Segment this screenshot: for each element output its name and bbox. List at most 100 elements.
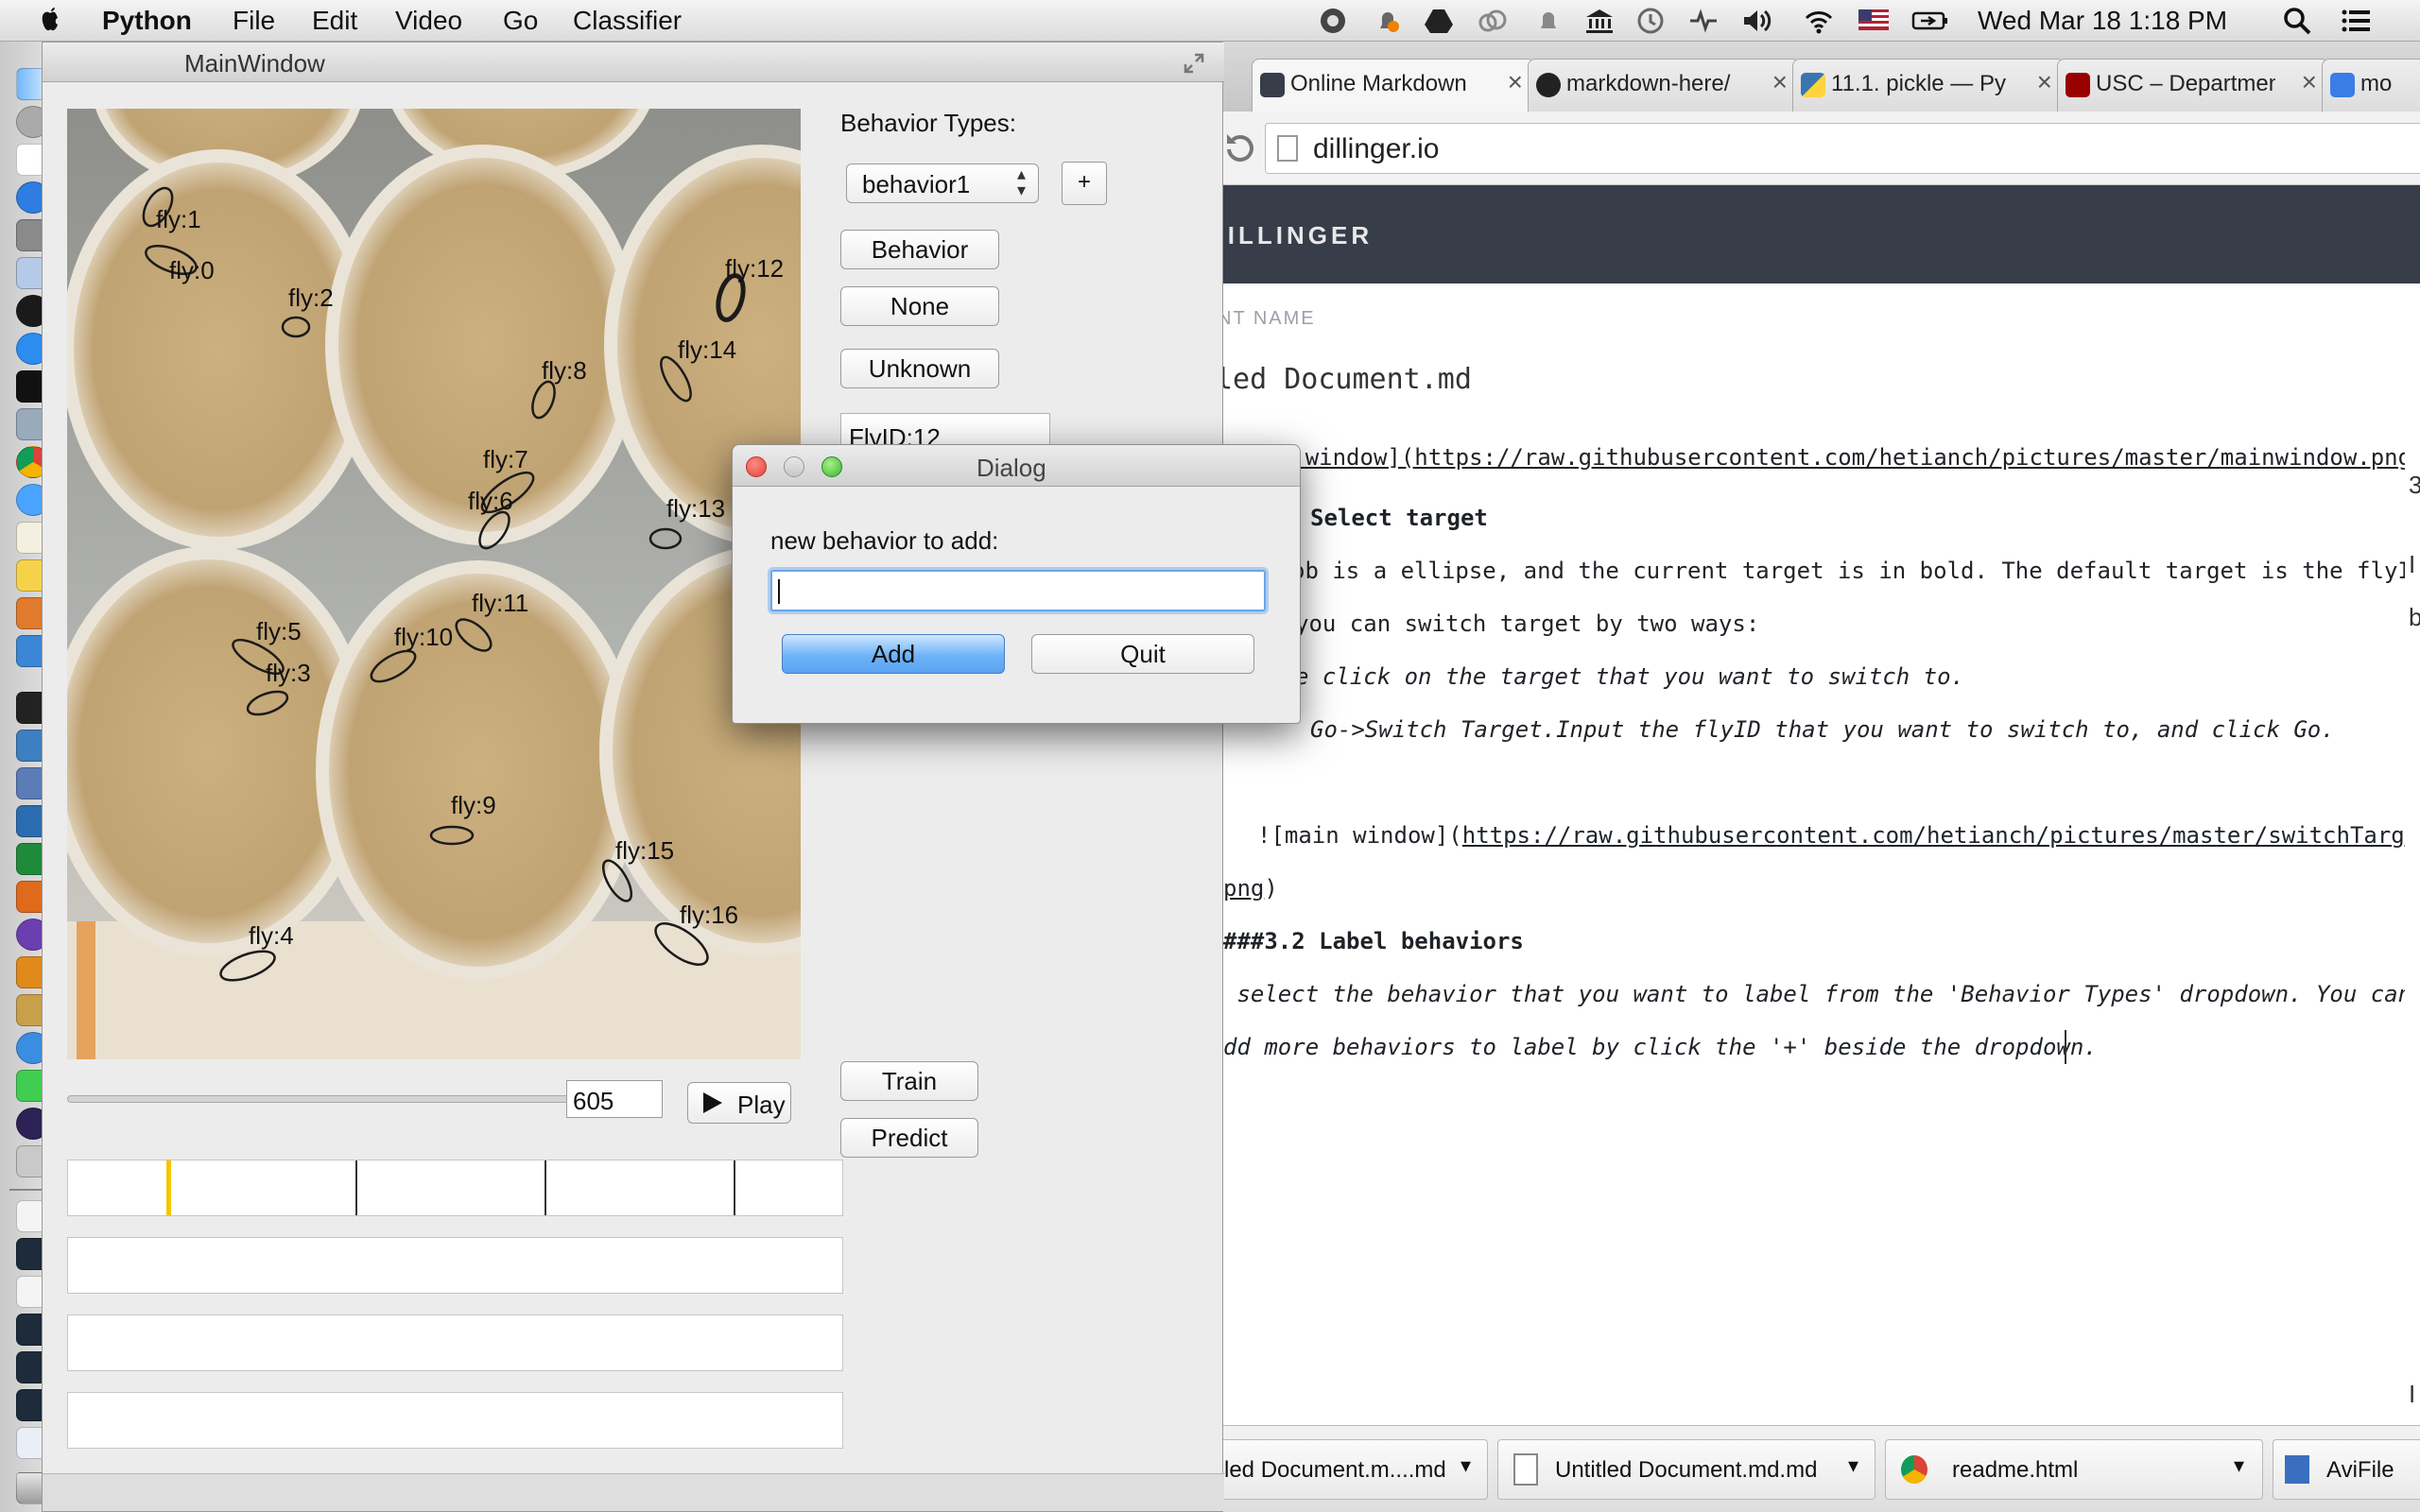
timeline-tick — [544, 1160, 546, 1215]
tab-pickle[interactable]: 11.1. pickle — Py × — [1792, 59, 2065, 112]
menu-video[interactable]: Video — [395, 5, 462, 37]
fly-label[interactable]: fly:15 — [615, 836, 674, 866]
wifi-icon[interactable] — [1804, 6, 1834, 36]
fly-label[interactable]: fly:1 — [156, 205, 201, 234]
tab-title: markdown-here/ — [1566, 71, 1731, 96]
fly-label[interactable]: fly:13 — [666, 494, 725, 524]
minimize-window-icon[interactable] — [784, 456, 804, 477]
label-track[interactable] — [67, 1392, 843, 1449]
quit-button[interactable]: Quit — [1031, 634, 1254, 674]
close-icon[interactable]: × — [1508, 67, 1523, 97]
fullscreen-icon[interactable] — [1183, 52, 1205, 75]
video-frame[interactable]: fly:1 fly:0 fly:2 fly:12 fly:14 fly:8 fl… — [67, 109, 801, 1059]
chevron-down-icon[interactable]: ▾ — [1848, 1453, 1858, 1478]
behavior-timeline[interactable] — [67, 1160, 843, 1216]
download-item[interactable]: readme.html ▾ — [1885, 1439, 2263, 1500]
app-menu-python[interactable]: Python — [102, 5, 192, 37]
add-behavior-dialog: Dialog new behavior to add: Add Quit — [732, 444, 1301, 724]
fly-label[interactable]: fly:2 — [288, 284, 334, 313]
close-icon[interactable]: × — [1772, 67, 1788, 97]
spotlight-search-icon[interactable] — [2282, 6, 2312, 36]
fly-label[interactable]: fly:5 — [256, 617, 302, 646]
download-item[interactable]: AviFile — [2273, 1439, 2420, 1500]
fly-label[interactable]: fly:16 — [680, 901, 738, 930]
url-field[interactable]: dillinger.io — [1265, 123, 2420, 174]
menubar-clock[interactable]: Wed Mar 18 1:18 PM — [1978, 5, 2227, 37]
close-icon[interactable]: × — [2302, 67, 2317, 97]
creative-cloud-icon[interactable] — [1477, 6, 1507, 36]
download-item[interactable]: led Document.m....md ▾ — [1214, 1439, 1488, 1500]
fly-label[interactable]: fly:8 — [542, 356, 587, 386]
menu-file[interactable]: File — [233, 5, 275, 37]
preview-edge-text: I — [2409, 550, 2416, 578]
battery-icon[interactable] — [1911, 6, 1949, 36]
editor-line: Go->Switch Target.Input the flyID that y… — [1310, 716, 2335, 743]
markdown-editor[interactable]: [main window](https://raw.githubusercont… — [1223, 416, 2405, 1418]
reload-icon[interactable] — [1223, 129, 1253, 166]
add-behavior-button[interactable]: + — [1062, 162, 1107, 205]
editor-line: ![main window](https://raw.githubusercon… — [1257, 822, 2405, 849]
python-icon — [1801, 73, 1825, 97]
volume-icon[interactable] — [1741, 6, 1772, 36]
dillinger-header: DILLINGER — [1206, 185, 2420, 284]
editor-line: ###3.2 Label behaviors — [1223, 928, 1524, 954]
window-title: MainWindow — [184, 49, 325, 77]
tab-markdown-here[interactable]: markdown-here/ × — [1528, 59, 1800, 112]
fly-label[interactable]: fly:10 — [394, 623, 453, 652]
chrome-file-icon — [1901, 1455, 1927, 1484]
apple-icon[interactable] — [36, 6, 64, 36]
dillinger-brand[interactable]: DILLINGER — [1206, 221, 1373, 250]
menu-go[interactable]: Go — [503, 5, 538, 37]
menu-edit[interactable]: Edit — [312, 5, 357, 37]
behavior-type-select[interactable]: behavior1 ▴ ▾ — [846, 163, 1039, 203]
tab-online-markdown[interactable]: Online Markdown × — [1252, 59, 1535, 112]
fly-label[interactable]: fly:7 — [483, 445, 528, 474]
status-app-icon[interactable] — [1318, 6, 1348, 36]
activity-icon[interactable] — [1688, 6, 1719, 36]
tab-usc[interactable]: USC – Departmen × — [2057, 59, 2329, 112]
chevron-down-icon[interactable]: ▾ — [1461, 1453, 1471, 1478]
notification-center-icon[interactable] — [2341, 6, 2371, 36]
play-button[interactable]: Play — [687, 1082, 791, 1124]
label-track[interactable] — [67, 1237, 843, 1294]
fly-label[interactable]: fly:11 — [472, 589, 528, 618]
zoom-window-icon[interactable] — [821, 456, 842, 477]
chevron-down-icon[interactable]: ▾ — [2234, 1453, 2244, 1478]
main-window-titlebar: MainWindow — [43, 43, 1224, 82]
predict-button[interactable]: Predict — [840, 1118, 978, 1158]
behavior-button[interactable]: Behavior — [840, 230, 999, 269]
unknown-button[interactable]: Unknown — [840, 349, 999, 388]
fly-label[interactable]: fly:14 — [678, 335, 736, 365]
bank-icon[interactable] — [1584, 6, 1615, 36]
tab-google[interactable]: mo — [2322, 59, 2420, 112]
menu-classifier[interactable]: Classifier — [573, 5, 682, 37]
frame-number-field[interactable]: 605 — [566, 1080, 663, 1118]
time-machine-icon[interactable] — [1635, 6, 1666, 36]
new-behavior-input[interactable] — [770, 570, 1266, 611]
add-button[interactable]: Add — [782, 634, 1005, 674]
fly-label[interactable]: fly:3 — [266, 659, 311, 688]
text-cursor — [2065, 1030, 2066, 1064]
download-item[interactable]: Untitled Document.md.md ▾ — [1497, 1439, 1876, 1500]
window-bottom-bar — [43, 1473, 1224, 1511]
document-name[interactable]: led Document.md — [1216, 363, 1472, 396]
label-track[interactable] — [67, 1314, 843, 1371]
train-button[interactable]: Train — [840, 1061, 978, 1101]
drive-icon[interactable] — [1424, 6, 1454, 36]
behavior-types-label: Behavior Types: — [840, 109, 1016, 137]
fly-label[interactable]: fly:6 — [468, 487, 513, 516]
fly-label[interactable]: fly:0 — [169, 256, 215, 285]
close-window-icon[interactable] — [746, 456, 767, 477]
fly-label[interactable]: fly:4 — [249, 921, 294, 951]
bell-status-icon[interactable] — [1373, 6, 1403, 36]
usc-icon — [2066, 73, 2090, 97]
fly-label[interactable]: fly:9 — [451, 791, 496, 820]
fly-label-selected[interactable]: fly:12 — [725, 254, 784, 284]
frame-slider[interactable] — [67, 1095, 583, 1103]
url-text: dillinger.io — [1313, 133, 1440, 164]
notification-icon[interactable] — [1533, 6, 1564, 36]
us-flag-icon[interactable] — [1858, 9, 1889, 30]
none-button[interactable]: None — [840, 286, 999, 326]
close-icon[interactable]: × — [2037, 67, 2052, 97]
preview-edge-text: I — [2409, 1380, 2416, 1408]
